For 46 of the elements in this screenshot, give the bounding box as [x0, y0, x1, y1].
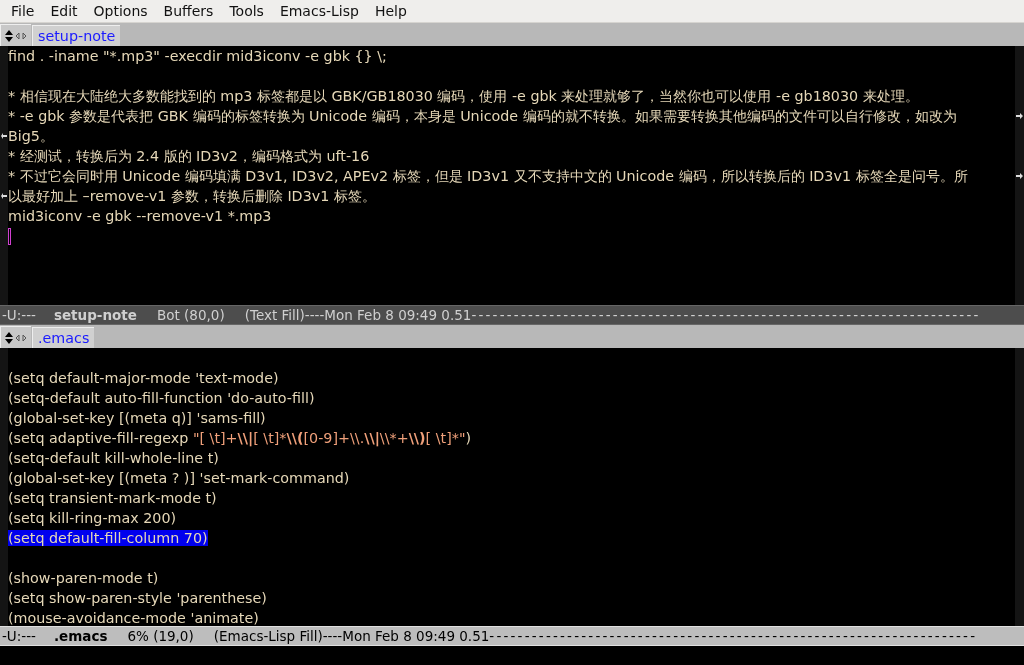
buffer-position: 6% (19,0) [127, 628, 194, 644]
mode-line-dashes: ------------------------------------------------------------------------ [471, 307, 981, 323]
mode-info: (Text Fill)----Mon Feb 8 09:49 0.51 [244, 307, 472, 323]
tab-scroll-icon [4, 330, 28, 345]
buffer-tab[interactable]: setup-note [32, 25, 121, 46]
tab-scroll-button[interactable] [0, 24, 31, 46]
code-line: (setq-default auto-fill-function 'do-auto-fill) [8, 390, 315, 406]
code-line: (show-paren-mode t) [8, 570, 159, 586]
code-line: * -e gbk 参数是代表把 GBK 编码的标签转换为 Unicode 编码，本身是 Unicode 编码的就不转换。如果需要转换其他编码的文件可以自行修改，如改为 [8, 106, 957, 126]
buffer-name: .emacs [53, 628, 108, 644]
code-line: find . -iname "*.mp3" -execdir mid3iconv -e gbk {} \; [8, 48, 387, 64]
mode-info: (Emacs-Lisp Fill)----Mon Feb 8 09:49 0.51 [213, 628, 490, 644]
wrap-arrow-icon [0, 131, 8, 141]
code-line: (global-set-key [(meta q)] 'sams-fill) [8, 410, 266, 426]
code-line: * 不过它会同时用 Unicode 编码填满 D3v1, ID3v2, APEv2 标签，但是 ID3v1 又不支持中文的 Unicode 编码，所以转换后的 ID3v1 标签全是问号。所 [8, 166, 968, 186]
wrap-arrow-icon [1016, 171, 1023, 181]
buffer-tab[interactable]: .emacs [32, 327, 95, 348]
code-line: mid3iconv -e gbk --remove-v1 *.mp3 [8, 208, 272, 224]
tab-scroll-icon [4, 28, 28, 43]
code-line: (setq transient-mark-mode t) [8, 490, 217, 506]
code-line: * 相信现在大陆绝大多数能找到的 mp3 标签都是以 GBK/GB18030 编码，使用 -e gbk 来处理就够了，当然你也可以使用 -e gb18030 来处理。 [8, 86, 919, 106]
menu-item[interactable]: Tools [221, 3, 272, 19]
buffer-name: setup-note [53, 307, 137, 323]
code-line: Big5。 [8, 126, 54, 146]
menu-item[interactable]: Emacs-Lisp [271, 3, 367, 19]
menu-item[interactable]: Help [366, 3, 415, 19]
code-line: (setq default-major-mode 'text-mode) [8, 370, 279, 386]
tab-scroll-button[interactable] [0, 326, 31, 348]
menu-item[interactable]: File [3, 3, 43, 19]
code-line: 以最好加上 –remove-v1 参数，转换后删除 ID3v1 标签。 [8, 186, 376, 206]
code-line: * 经测试，转换后为 2.4 版的 ID3v2，编码格式为 uft-16 [8, 146, 370, 166]
mode-line-dashes: --------------------------------------------------------------------- [489, 628, 978, 644]
buffer-position: Bot (80,0) [156, 307, 225, 323]
menu-item[interactable]: Edit [42, 3, 86, 19]
code-line: (setq adaptive-fill-regexp "[ \t]+\\|[ \t]*\\([0-9]+\\.\\|\\*+\\)[ \t]*") [8, 430, 472, 446]
buffer-status: -U:--- [1, 628, 36, 644]
wrap-arrow-icon [1016, 111, 1023, 121]
buffer-status: -U:--- [1, 307, 36, 323]
code-line: (setq-default kill-whole-line t) [8, 450, 219, 466]
menu-item[interactable]: Options [85, 3, 156, 19]
wrap-arrow-icon [0, 191, 8, 201]
code-line: (setq show-paren-style 'parenthese) [8, 590, 267, 606]
code-line: (global-set-key [(meta ? )] 'set-mark-command) [8, 470, 350, 486]
code-line: (setq kill-ring-max 200) [8, 510, 177, 526]
code-line: (mouse-avoidance-mode 'animate) [8, 610, 259, 626]
menu-item[interactable]: Buffers [155, 3, 222, 19]
